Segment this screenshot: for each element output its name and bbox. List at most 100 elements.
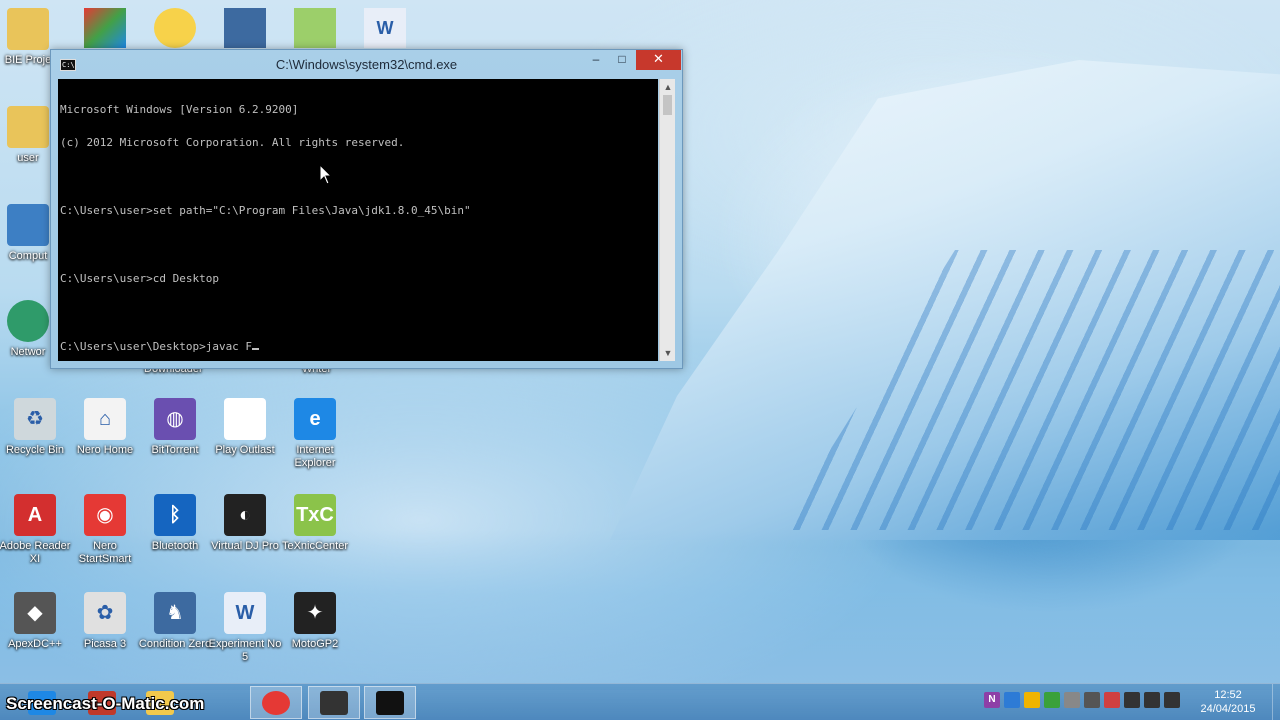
title-bar[interactable]: C:\ C:\Windows\system32\cmd.exe ‒ □ ✕ [51, 50, 682, 78]
bittorrent-icon: ◍ [154, 398, 196, 440]
desktop-icon[interactable]: ᛒ Bluetooth [138, 494, 212, 553]
desktop-icon[interactable]: ◐ Virtual DJ Pro [208, 494, 282, 553]
scroll-down-arrow-icon[interactable]: ▼ [660, 345, 676, 361]
virtual-dj-icon: ◐ [224, 494, 266, 536]
bluetooth-icon: ᛒ [154, 494, 196, 536]
console-line: Microsoft Windows [Version 6.2.9200] [60, 102, 299, 116]
counter-strike-icon[interactable] [224, 8, 266, 48]
desktop-icon-label: Internet Explorer [294, 444, 336, 469]
desktop-icon-label: Adobe Reader XI [0, 540, 71, 565]
signal-tray-icon[interactable] [1124, 692, 1140, 708]
desktop-icon[interactable]: e Internet Explorer [278, 398, 352, 470]
folder-icon [7, 8, 49, 50]
clock-time: 12:52 [1214, 689, 1242, 701]
nero-startsmart-icon: ◉ [84, 494, 126, 536]
tray-icon-4[interactable] [1044, 692, 1060, 708]
word-document-icon: W [224, 592, 266, 634]
scroll-thumb[interactable] [663, 95, 672, 115]
power-tray-icon[interactable] [1164, 692, 1180, 708]
console-line: (c) 2012 Microsoft Corporation. All righ… [60, 136, 405, 150]
desktop-icon-label: Experiment No 5 [208, 638, 282, 663]
show-desktop-button[interactable] [1272, 684, 1280, 720]
desktop-icon[interactable]: ♞ Condition Zero [138, 592, 212, 651]
desktop-icon[interactable]: A Adobe Reader XI [0, 494, 72, 566]
desktop-icon[interactable]: Play Outlast [208, 398, 282, 457]
console-line: C:\Users\user>set path="C:\Program Files… [60, 204, 471, 218]
wallpaper-ice-texture [780, 250, 1280, 530]
onenote-tray-icon[interactable]: N [984, 692, 1000, 708]
desktop-icon[interactable]: ⌂ Nero Home [68, 398, 142, 457]
condition-zero-icon: ♞ [154, 592, 196, 634]
desktop-icon[interactable]: ♻ Recycle Bin [0, 398, 72, 457]
scroll-up-arrow-icon[interactable]: ▲ [660, 79, 676, 95]
volume-tray-icon[interactable] [1144, 692, 1160, 708]
desktop-icon[interactable]: ✿ Picasa 3 [68, 592, 142, 651]
desktop-icon-label: Play Outlast [215, 444, 275, 456]
motogp-icon: ✦ [294, 592, 336, 634]
desktop-icon-label: BIE Proje [4, 54, 52, 66]
snipping-taskbar-button[interactable] [308, 686, 360, 719]
internet-explorer-icon: e [294, 398, 336, 440]
notepad-icon[interactable] [294, 8, 336, 48]
desktop-icon[interactable]: W Experiment No 5 [208, 592, 282, 664]
desktop-icon[interactable]: ✦ MotoGP2 [278, 592, 352, 651]
desktop-icon-label: BitTorrent [151, 444, 199, 456]
texniccenter-icon: TxC [294, 494, 336, 536]
tray-icon-6[interactable] [1084, 692, 1100, 708]
desktop-icon-label: Condition Zero [138, 638, 212, 650]
desktop-icon-label: Networ [10, 346, 46, 358]
console-output[interactable]: Microsoft Windows [Version 6.2.9200] (c)… [58, 79, 658, 361]
desktop-icon-label: Comput [8, 250, 48, 262]
console-input[interactable]: C:\Users\user\Desktop>javac F [60, 340, 252, 353]
chrome-taskbar-button[interactable] [250, 686, 302, 719]
apexdc-icon: ◆ [14, 592, 56, 634]
maximize-button[interactable]: □ [609, 50, 635, 70]
desktop-icon-label: user [17, 152, 39, 164]
nero-home-icon: ⌂ [84, 398, 126, 440]
app-icon[interactable] [84, 8, 126, 48]
desktop-icon[interactable]: ◍ BitTorrent [138, 398, 212, 457]
tray-icon-5[interactable] [1064, 692, 1080, 708]
cmd-taskbar-icon [376, 690, 404, 715]
console-line: C:\Users\user>cd Desktop [60, 272, 219, 286]
desktop-icon-label: MotoGP2 [291, 638, 339, 650]
clock[interactable]: 12:52 24/04/2015 [1198, 688, 1258, 716]
desktop-icon-label: Nero Home [76, 444, 134, 456]
desktop-icon[interactable]: ◆ ApexDC++ [0, 592, 72, 651]
desktop-icon-label: Picasa 3 [83, 638, 127, 650]
desktop-icon[interactable]: ◉ Nero StartSmart [68, 494, 142, 566]
minimize-button[interactable]: ‒ [583, 50, 609, 70]
system-tray: N [984, 692, 1180, 712]
desktop-icon-label: TeXnicCenter [281, 540, 349, 552]
tray-icon-7[interactable] [1104, 692, 1120, 708]
adobe-reader-icon: A [14, 494, 56, 536]
disc-icon[interactable] [154, 8, 196, 48]
desktop-icon-label: Nero StartSmart [78, 540, 132, 565]
chrome-taskbar-icon [262, 690, 290, 715]
network-icon [7, 300, 49, 342]
tray-icon-3[interactable] [1024, 692, 1040, 708]
tray-icon-2[interactable] [1004, 692, 1020, 708]
close-button[interactable]: ✕ [636, 50, 681, 70]
desktop-icon-label: Bluetooth [151, 540, 199, 552]
word-document-icon[interactable]: W [364, 8, 406, 48]
vertical-scrollbar[interactable]: ▲ ▼ [659, 79, 675, 361]
desktop-icon-label: Recycle Bin [5, 444, 65, 456]
recycle-bin-icon: ♻ [14, 398, 56, 440]
clock-date: 24/04/2015 [1200, 703, 1256, 715]
mouse-pointer-icon [319, 164, 333, 185]
cmd-taskbar-button[interactable] [364, 686, 416, 719]
computer-icon [7, 204, 49, 246]
snipping-taskbar-icon [320, 690, 348, 715]
text-cursor [252, 341, 260, 350]
wallpaper-iceberg [610, 60, 1280, 540]
cmd-window[interactable]: C:\ C:\Windows\system32\cmd.exe ‒ □ ✕ Mi… [50, 49, 683, 369]
desktop-icon-label: Virtual DJ Pro [211, 540, 279, 552]
watermark: Screencast-O-Matic.com [6, 694, 205, 713]
picasa-icon: ✿ [84, 592, 126, 634]
console-prompt-line[interactable]: C:\Users\user\Desktop>javac F [60, 341, 658, 352]
desktop-icon[interactable]: TxC TeXnicCenter [278, 494, 352, 553]
